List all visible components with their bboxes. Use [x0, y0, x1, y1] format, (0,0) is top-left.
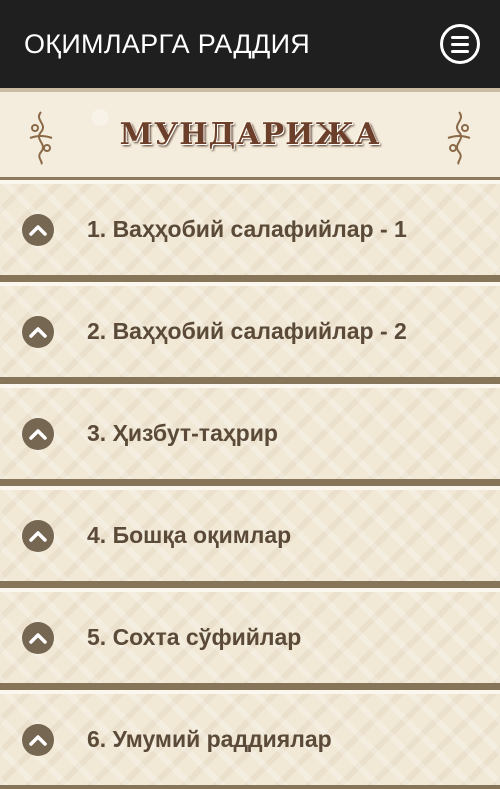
list-item-label: 4. Бошқа оқимлар	[87, 522, 292, 548]
list-item[interactable]: 1. Ваҳҳобий салафийлар - 1	[0, 180, 500, 282]
menu-icon[interactable]	[440, 24, 480, 64]
chevron-up-icon	[22, 315, 54, 348]
contents-title: МУНДАРИЖА	[119, 117, 381, 152]
list-item-label: 1. Ваҳҳобий салафийлар - 1	[87, 216, 407, 242]
list-item[interactable]: 4. Бошқа оқимлар	[0, 486, 500, 588]
chevron-up-icon	[22, 519, 54, 552]
app-bar: ОҚИМЛАРГА РАДДИЯ	[0, 0, 500, 88]
list-item-label: 3. Ҳизбут-таҳрир	[87, 420, 278, 446]
list-item[interactable]: 6. Умумий раддиялар	[0, 690, 500, 789]
contents-header: МУНДАРИЖА	[0, 88, 500, 180]
chevron-up-icon	[22, 723, 54, 756]
list-item-label: 6. Умумий раддиялар	[87, 726, 332, 752]
list-item[interactable]: 2. Ваҳҳобий салафийлар - 2	[0, 282, 500, 384]
list-item[interactable]: 5. Сохта сўфийлар	[0, 588, 500, 690]
contents-list: 1. Ваҳҳобий салафийлар - 1 2. Ваҳҳобий с…	[0, 180, 500, 789]
chevron-up-icon	[22, 621, 54, 654]
chevron-up-icon	[22, 213, 54, 246]
list-item[interactable]: 3. Ҳизбут-таҳрир	[0, 384, 500, 486]
chevron-up-icon	[22, 417, 54, 450]
ornament-icon	[29, 111, 53, 165]
list-item-label: 2. Ваҳҳобий салафийлар - 2	[87, 318, 407, 344]
ornament-icon	[447, 111, 471, 165]
list-item-label: 5. Сохта сўфийлар	[87, 624, 302, 650]
app-title: ОҚИМЛАРГА РАДДИЯ	[24, 28, 311, 59]
